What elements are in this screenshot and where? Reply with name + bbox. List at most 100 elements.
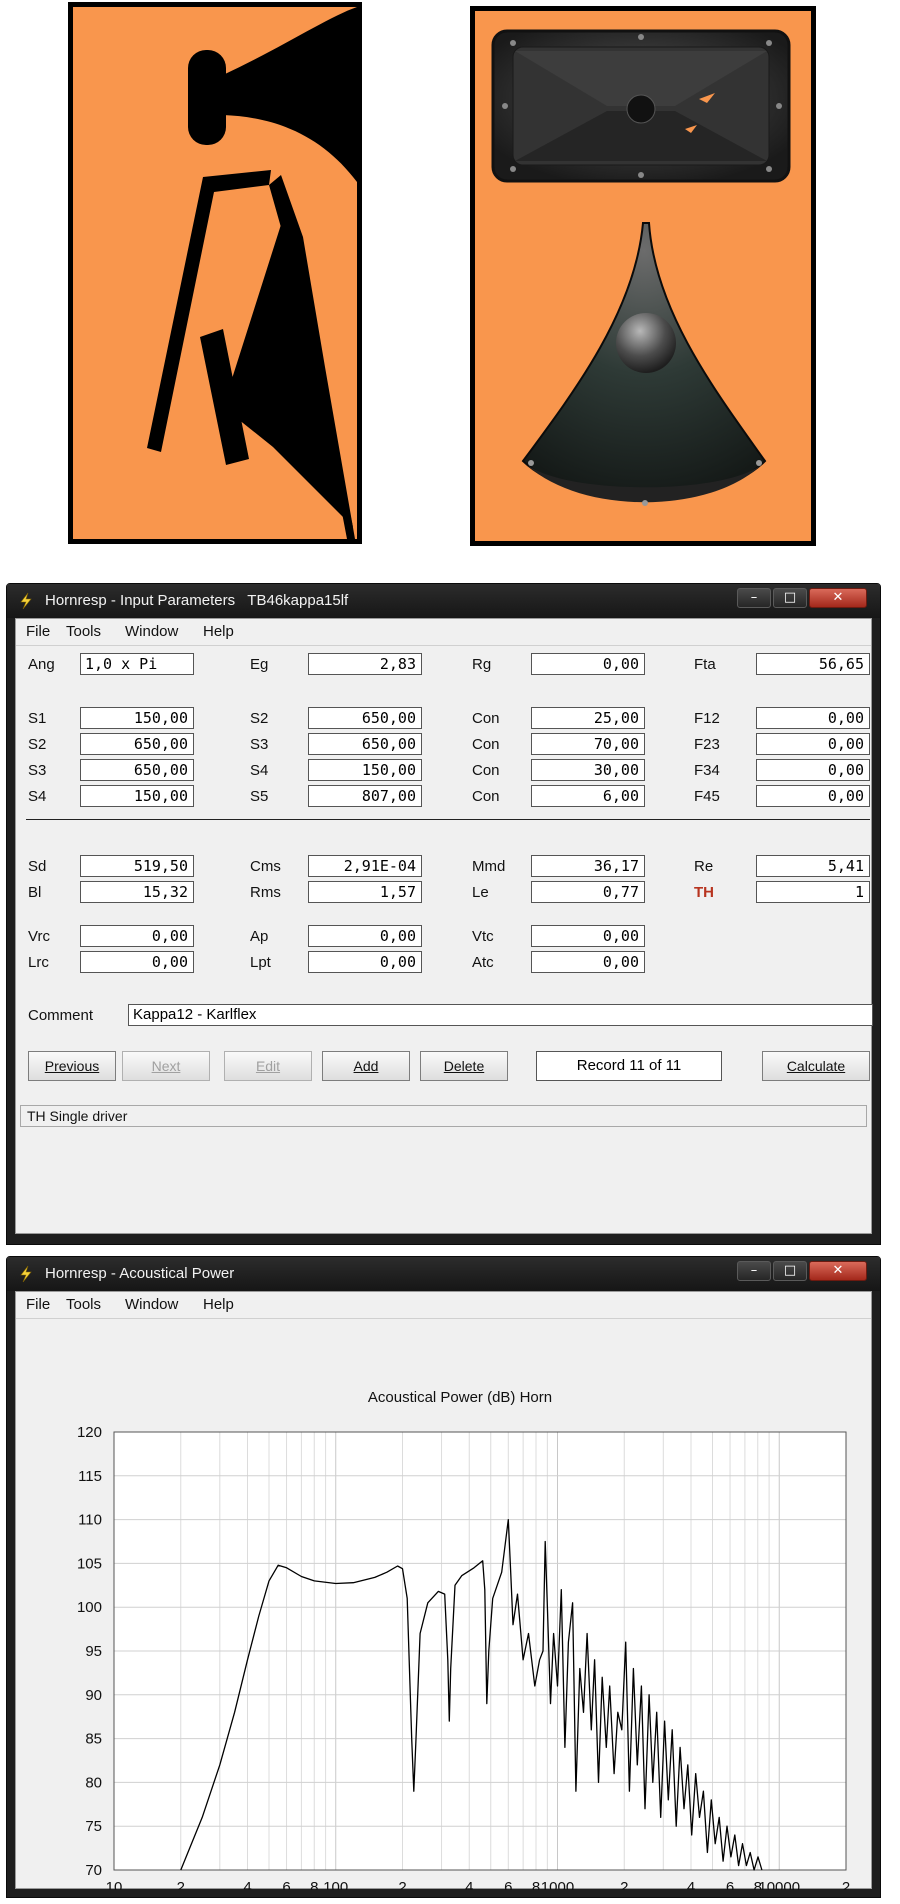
- param-label-s3: S3: [28, 762, 47, 779]
- param-label-vrc: Vrc: [28, 928, 50, 945]
- param-field-f12[interactable]: 0,00: [756, 707, 870, 729]
- param-field-fta[interactable]: 56,65: [756, 653, 870, 675]
- horn-diagram-panel: [68, 2, 362, 544]
- previous-button[interactable]: Previous: [28, 1051, 116, 1081]
- param-label-cms: Cms: [250, 858, 281, 875]
- window-title: Hornresp - Acoustical Power: [45, 1265, 235, 1282]
- param-field-re[interactable]: 5,41: [756, 855, 870, 877]
- input-client-area: File Tools Window Help Ang 1,0 x Pi Eg 2,83…: [15, 618, 873, 1234]
- param-field-vtc[interactable]: 0,00: [531, 925, 645, 947]
- menu-window[interactable]: Window: [125, 623, 178, 640]
- param-label-f34: F34: [694, 762, 720, 779]
- menu-help[interactable]: Help: [203, 623, 234, 640]
- param-field-vrc[interactable]: 0,00: [80, 925, 194, 947]
- param-label-ang: Ang: [28, 656, 55, 673]
- param-label-mmd: Mmd: [472, 858, 506, 875]
- param-field-rg[interactable]: 0,00: [531, 653, 645, 675]
- param-field-sd[interactable]: 519,50: [80, 855, 194, 877]
- menu-help[interactable]: Help: [203, 1296, 234, 1313]
- add-label: Add: [353, 1058, 379, 1074]
- x-tick-label: 8: [310, 1879, 318, 1890]
- param-field-ang[interactable]: 1,0 x Pi: [80, 653, 194, 675]
- param-field-con[interactable]: 30,00: [531, 759, 645, 781]
- param-field-le[interactable]: 0,77: [531, 881, 645, 903]
- param-label-f45: F45: [694, 788, 720, 805]
- param-label-s4: S4: [28, 788, 47, 805]
- close-icon: ✕: [832, 1263, 844, 1278]
- y-tick-label: 115: [78, 1468, 102, 1485]
- previous-label: Previous: [44, 1058, 100, 1074]
- add-button[interactable]: Add: [322, 1051, 410, 1081]
- menu-file[interactable]: File: [26, 1296, 50, 1313]
- comment-field[interactable]: Kappa12 - Karlflex: [128, 1004, 873, 1026]
- param-field-s5[interactable]: 807,00: [308, 785, 422, 807]
- horn-and-woofer-illustration: [491, 29, 791, 506]
- param-label-eg: Eg: [250, 656, 269, 673]
- x-tick-label: 2: [177, 1879, 185, 1890]
- section-divider: [26, 819, 870, 820]
- delete-button[interactable]: Delete: [420, 1051, 508, 1081]
- param-label-le: Le: [472, 884, 489, 901]
- param-field-con[interactable]: 6,00: [531, 785, 645, 807]
- param-field-f23[interactable]: 0,00: [756, 733, 870, 755]
- calculate-label: Calculate: [786, 1058, 846, 1074]
- param-field-cms[interactable]: 2,91E-04: [308, 855, 422, 877]
- x-tick-label: 10: [106, 1879, 123, 1890]
- close-button[interactable]: ✕: [809, 588, 867, 608]
- close-button[interactable]: ✕: [809, 1261, 867, 1281]
- param-field-rms[interactable]: 1,57: [308, 881, 422, 903]
- next-button[interactable]: Next: [122, 1051, 210, 1081]
- param-label-s3: S3: [250, 736, 269, 753]
- param-field-bl[interactable]: 15,32: [80, 881, 194, 903]
- param-field-s2[interactable]: 650,00: [80, 733, 194, 755]
- param-field-mmd[interactable]: 36,17: [531, 855, 645, 877]
- param-field-con[interactable]: 25,00: [531, 707, 645, 729]
- param-field-eg[interactable]: 2,83: [308, 653, 422, 675]
- y-tick-label: 75: [85, 1818, 102, 1835]
- y-tick-label: 100: [77, 1599, 102, 1616]
- param-field-th[interactable]: 1: [756, 881, 870, 903]
- x-tick-label: 10000: [758, 1879, 800, 1890]
- calculate-button[interactable]: Calculate: [762, 1051, 870, 1081]
- x-tick-label: 2: [842, 1879, 850, 1890]
- title-bar[interactable]: Hornresp - Input Parameters TB46kappa15l…: [7, 584, 880, 618]
- param-field-lpt[interactable]: 0,00: [308, 951, 422, 973]
- param-field-f34[interactable]: 0,00: [756, 759, 870, 781]
- record-indicator: Record 11 of 11: [536, 1051, 722, 1081]
- param-label-con: Con: [472, 762, 500, 779]
- minimize-button[interactable]: –: [737, 1261, 771, 1281]
- x-tick-label: 6: [504, 1879, 512, 1890]
- param-field-con[interactable]: 70,00: [531, 733, 645, 755]
- param-label-rg: Rg: [472, 656, 492, 673]
- x-tick-label: 4: [243, 1879, 251, 1890]
- param-label-lpt: Lpt: [250, 954, 271, 971]
- title-bar[interactable]: Hornresp - Acoustical Power – □ ✕: [7, 1257, 880, 1291]
- x-tick-label: 100: [323, 1879, 348, 1890]
- param-field-s3[interactable]: 650,00: [80, 759, 194, 781]
- minimize-button[interactable]: –: [737, 588, 771, 608]
- param-label-s2: S2: [28, 736, 47, 753]
- param-field-s4[interactable]: 150,00: [308, 759, 422, 781]
- param-label-fta: Fta: [694, 656, 716, 673]
- menu-tools[interactable]: Tools: [66, 623, 101, 640]
- edit-button[interactable]: Edit: [224, 1051, 312, 1081]
- maximize-button[interactable]: □: [773, 1261, 807, 1281]
- param-field-atc[interactable]: 0,00: [531, 951, 645, 973]
- param-field-s2[interactable]: 650,00: [308, 707, 422, 729]
- param-field-s3[interactable]: 650,00: [308, 733, 422, 755]
- maximize-icon: □: [783, 590, 797, 605]
- minimize-icon: –: [750, 590, 758, 605]
- param-label-s1: S1: [28, 710, 47, 727]
- maximize-button[interactable]: □: [773, 588, 807, 608]
- y-tick-label: 95: [85, 1643, 102, 1660]
- menu-tools[interactable]: Tools: [66, 1296, 101, 1313]
- param-field-s1[interactable]: 150,00: [80, 707, 194, 729]
- param-label-s2: S2: [250, 710, 269, 727]
- menu-file[interactable]: File: [26, 623, 50, 640]
- param-field-s4[interactable]: 150,00: [80, 785, 194, 807]
- y-tick-label: 80: [85, 1774, 102, 1791]
- param-field-ap[interactable]: 0,00: [308, 925, 422, 947]
- param-field-f45[interactable]: 0,00: [756, 785, 870, 807]
- param-field-lrc[interactable]: 0,00: [80, 951, 194, 973]
- menu-window[interactable]: Window: [125, 1296, 178, 1313]
